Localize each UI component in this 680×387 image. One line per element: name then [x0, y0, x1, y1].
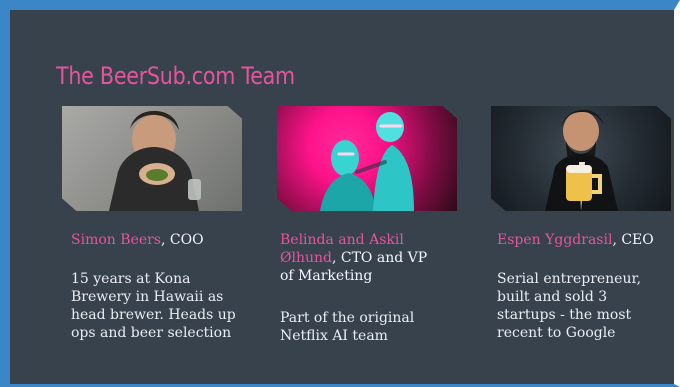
team-member-description-1: 15 years at Kona Brewery in Hawaii as he… — [71, 270, 261, 342]
team-member-name: Belinda and Askil — [280, 232, 404, 248]
team-member-description-3: Serial entrepreneur, built and sold 3 st… — [497, 270, 680, 342]
team-member-name: Simon Beers — [71, 232, 161, 248]
description-line: Serial entrepreneur, — [497, 271, 642, 287]
description-line: ops and beer selection — [71, 325, 232, 341]
description-line: Netflix AI team — [280, 328, 388, 344]
description-line: head brewer. Heads up — [71, 307, 236, 323]
team-member-photo-belinda-askil — [277, 106, 457, 211]
description-line: Part of the original — [280, 310, 415, 326]
slide-frame: The BeerSub.com Team Simon Beers, COO 15… — [0, 0, 680, 387]
team-member-description-2: Part of the original Netflix AI team — [280, 309, 470, 345]
description-line: 15 years at Kona — [71, 271, 191, 287]
team-member-role: , CTO and VP — [331, 250, 428, 266]
description-line: recent to Google — [497, 325, 616, 341]
team-member-photo-simon-beers — [62, 106, 242, 211]
photo-illustration — [109, 110, 201, 211]
team-member-name: Espen Yggdrasil — [497, 232, 613, 248]
team-member-name-line2: Ølhund — [280, 250, 332, 266]
team-member-photo-espen-yggdrasil — [491, 106, 671, 211]
team-member-name-role-1: Simon Beers, COO — [71, 231, 261, 249]
team-member-name-role-3: Espen Yggdrasil, CEO — [497, 231, 680, 249]
description-line: startups - the most — [497, 307, 632, 323]
photo-illustration — [320, 112, 414, 211]
team-member-role: , COO — [160, 232, 204, 248]
photo-illustration — [545, 109, 618, 211]
description-line: Brewery in Hawaii as — [71, 289, 224, 305]
slide-title: The BeerSub.com Team — [56, 62, 295, 90]
description-line: built and sold 3 — [497, 289, 608, 305]
team-member-name-role-2: Belinda and Askil Ølhund, CTO and VP of … — [280, 231, 470, 285]
team-member-role-line2: of Marketing — [280, 268, 373, 284]
team-member-role: , CEO — [612, 232, 654, 248]
